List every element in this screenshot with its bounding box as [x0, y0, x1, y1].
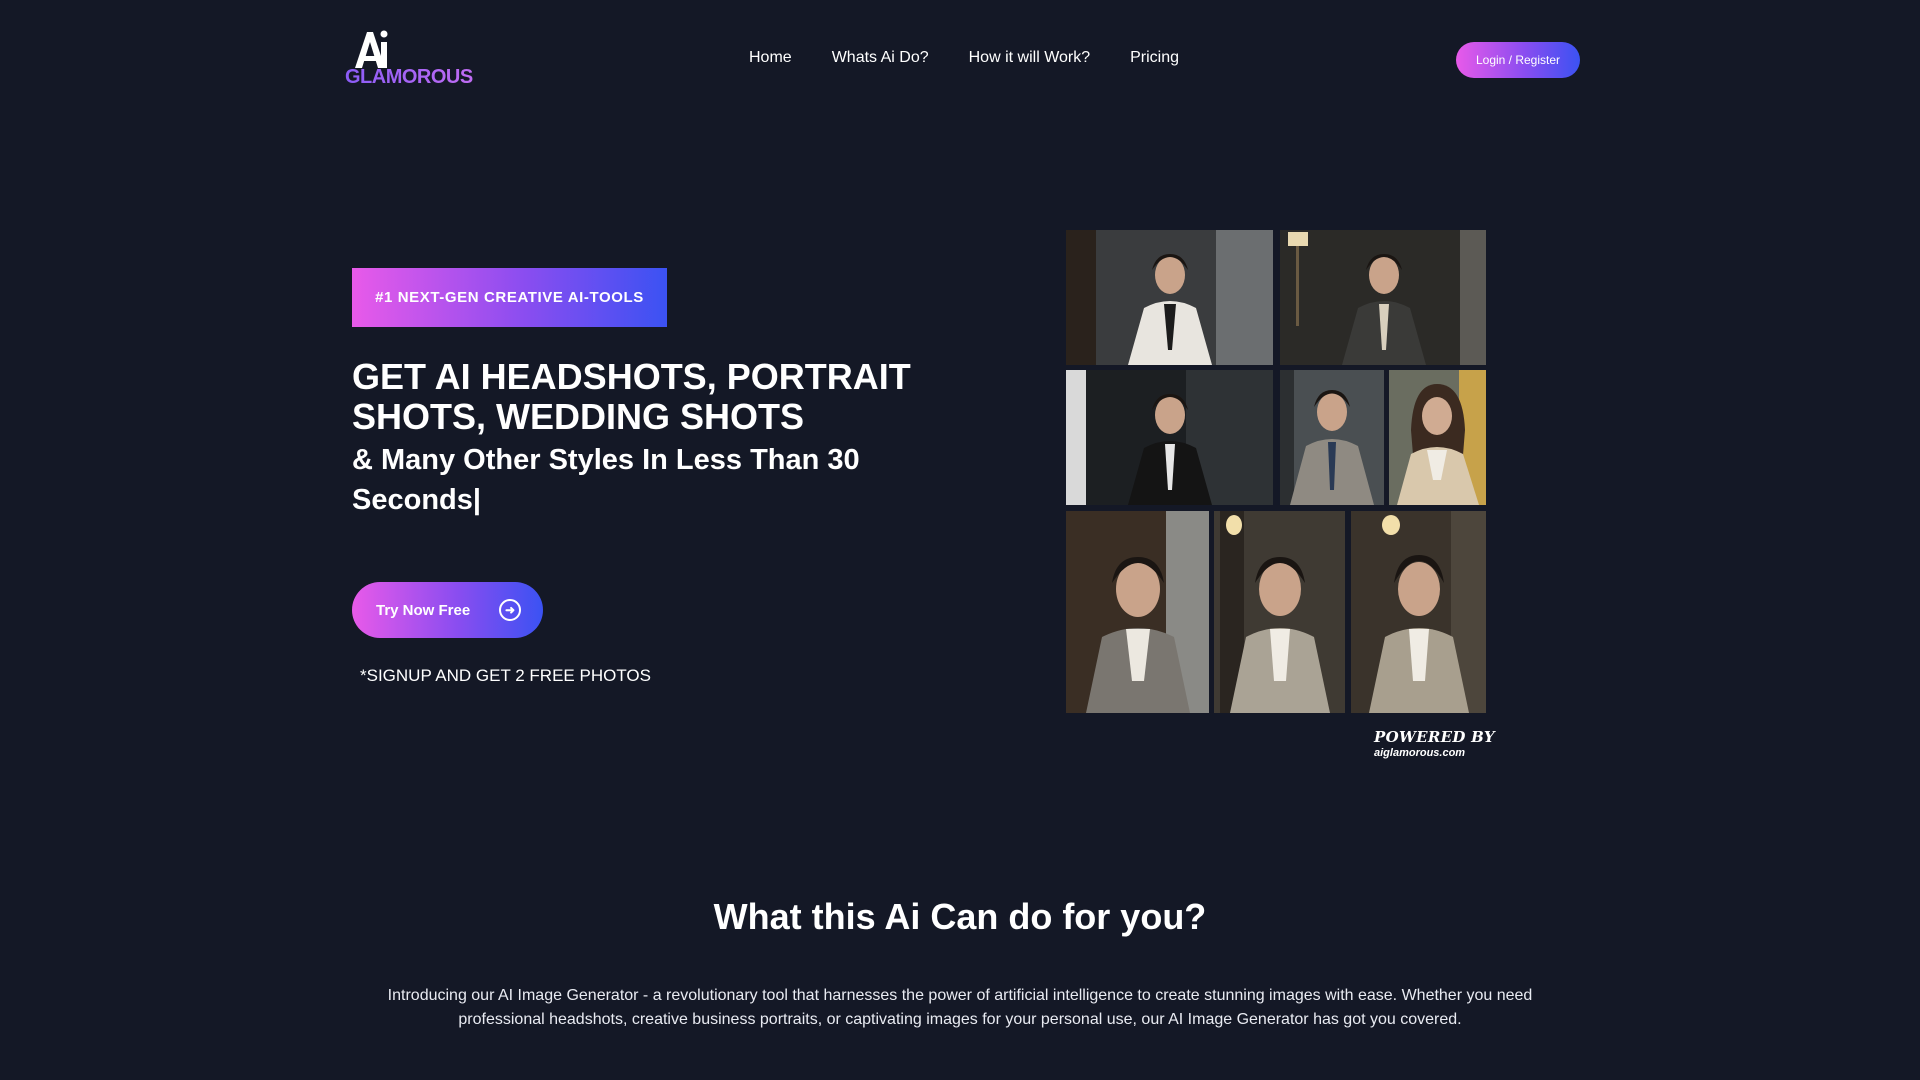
portrait-photo	[1280, 230, 1486, 365]
nav-whats-ai-do[interactable]: Whats Ai Do?	[832, 49, 929, 67]
login-register-button[interactable]: Login / Register	[1456, 42, 1580, 78]
nav-home[interactable]: Home	[749, 49, 792, 67]
portrait-photo	[1066, 230, 1273, 365]
nav-pricing[interactable]: Pricing	[1130, 49, 1179, 67]
try-now-free-button[interactable]: Try Now Free ➜	[352, 582, 543, 638]
tagline-badge: #1 NEXT-GEN CREATIVE AI-TOOLS	[352, 268, 667, 327]
main-nav: Home Whats Ai Do? How it will Work? Pric…	[749, 49, 1179, 67]
hero-headline: GET AI HEADSHOTS, PORTRAIT SHOTS, WEDDIN…	[352, 356, 911, 437]
portrait-photo	[1280, 370, 1384, 505]
section-description: Introducing our AI Image Generator - a r…	[387, 987, 1533, 1028]
nav-how-it-works[interactable]: How it will Work?	[969, 49, 1091, 67]
hero-subline: & Many Other Styles In Less Than 30 Seco…	[352, 444, 860, 516]
portrait-photo	[1066, 370, 1273, 505]
powered-by: POWERED BY aiglamorous.com	[1374, 728, 1495, 759]
portrait-photo	[1214, 511, 1345, 713]
signup-note: *SIGNUP AND GET 2 FREE PHOTOS	[360, 666, 651, 685]
powered-by-label: POWERED BY	[1374, 728, 1495, 746]
powered-by-site: aiglamorous.com	[1374, 747, 1466, 759]
brand-logo[interactable]: GLAMOROUS	[345, 28, 475, 90]
section-title: What this Ai Can do for you?	[713, 896, 1207, 937]
portrait-photo	[1066, 511, 1209, 713]
try-now-free-label: Try Now Free	[376, 601, 471, 619]
portrait-photo	[1351, 511, 1486, 713]
portrait-photo	[1389, 370, 1486, 505]
arrow-right-circle-icon: ➜	[499, 599, 521, 621]
logo-wordmark: GLAMOROUS	[345, 66, 473, 88]
portrait-gallery	[1066, 230, 1486, 713]
